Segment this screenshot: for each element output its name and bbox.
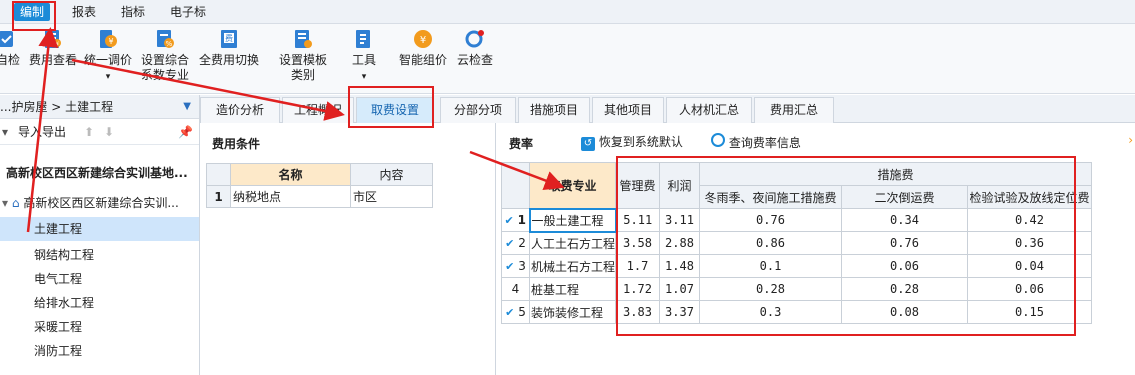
search-icon bbox=[711, 133, 725, 147]
table-row[interactable]: 4 桩基工程 1.72 1.07 0.28 0.28 0.06 bbox=[501, 277, 1092, 301]
template-category-button[interactable]: 设置模板 类别 bbox=[277, 28, 329, 83]
tools-icon bbox=[353, 28, 375, 50]
condition-name: 纳税地点 bbox=[230, 185, 351, 208]
table-row[interactable]: ✔ 3 机械土石方工程 1.7 1.48 0.1 0.06 0.04 bbox=[501, 254, 1092, 278]
table-row[interactable]: ✔ 1 一般土建工程 5.11 3.11 0.76 0.34 0.42 bbox=[501, 207, 1092, 233]
tab-subitems[interactable]: 分部分项 bbox=[440, 97, 516, 123]
tab-bar: 造价分析 工程概况 取费设置 分部分项 措施项目 其他项目 人材机汇总 费用汇总 bbox=[200, 95, 1135, 123]
col-profit-header: 利润 bbox=[659, 162, 700, 209]
home-icon: ⌂ bbox=[11, 196, 20, 210]
tree-item-unit[interactable]: ▾ ⌂ 高新校区西区新建综合实训... bbox=[0, 191, 199, 215]
fee-rate-table: 取费专业 管理费 利润 措施费 冬雨季、夜间施工措施费 二次倒运费 检验试验及放… bbox=[501, 162, 1092, 324]
collapse-icon[interactable]: ▾ bbox=[2, 119, 8, 145]
col-secondary-header: 二次倒运费 bbox=[841, 185, 968, 209]
svg-text:%: % bbox=[166, 40, 173, 48]
template-category-icon bbox=[292, 28, 314, 50]
table-row[interactable]: ✔ 5 装饰装修工程 3.83 3.37 0.3 0.08 0.15 bbox=[501, 300, 1092, 324]
tab-fee-settings[interactable]: 取费设置 bbox=[356, 97, 434, 123]
svg-text:¥: ¥ bbox=[420, 35, 426, 46]
menu-bianzhi[interactable]: 编制 bbox=[14, 3, 51, 21]
import-export-menu[interactable]: 导入导出 bbox=[18, 119, 66, 145]
col-content-header: 内容 bbox=[350, 163, 433, 186]
toolbar: 自检 ¥ 费用查看 ¥ 统一调价 ▾ % 设置综合 系数专业 费 全费用切换 设… bbox=[0, 24, 1135, 94]
check-icon: ✔ bbox=[505, 306, 515, 319]
table-row[interactable]: ✔ 2 人工土石方工程 3.58 2.88 0.86 0.76 0.36 bbox=[501, 231, 1092, 255]
tab-other[interactable]: 其他项目 bbox=[592, 97, 664, 123]
smart-pricing-icon: ¥ bbox=[412, 28, 434, 50]
specialty-cell[interactable]: 机械土石方工程 bbox=[529, 254, 616, 278]
restore-icon: ↺ bbox=[581, 137, 595, 151]
check-icon: ✔ bbox=[505, 260, 515, 273]
project-tree-panel: ...护房屋 > 土建工程 ▼ ▾ 导入导出 ⬆ ⬇ 📌 高新校区西区新建综合实… bbox=[0, 95, 200, 375]
col-inspection-header: 检验试验及放线定位费 bbox=[967, 185, 1092, 209]
svg-text:¥: ¥ bbox=[108, 37, 113, 46]
condition-value[interactable]: 市区 bbox=[350, 185, 433, 208]
cost-view-button[interactable]: ¥ 费用查看 bbox=[28, 28, 78, 68]
fee-rate-panel: 费率 ↺ 恢复到系统默认 查询费率信息 › 取费专业 管理费 利润 措施费 冬雨… bbox=[497, 123, 1135, 375]
breadcrumb[interactable]: ...护房屋 > 土建工程 ▼ bbox=[0, 95, 199, 119]
menu-dianzibiao[interactable]: 电子标 bbox=[170, 3, 206, 21]
move-up-icon[interactable]: ⬆ bbox=[84, 119, 94, 145]
tree-item-steel[interactable]: 钢结构工程 bbox=[0, 243, 199, 267]
specialty-cell[interactable]: 装饰装修工程 bbox=[529, 300, 616, 324]
price-adjust-icon: ¥ bbox=[97, 28, 119, 50]
chevron-down-icon: ▾ bbox=[361, 72, 367, 82]
query-rate-button[interactable]: 查询费率信息 bbox=[711, 133, 801, 151]
tools-button[interactable]: 工具 ▾ bbox=[348, 28, 380, 85]
collapse-icon[interactable]: ▾ bbox=[2, 196, 8, 210]
tree-item-project[interactable]: 高新校区西区新建综合实训基地... bbox=[0, 161, 199, 185]
tab-cost-analysis[interactable]: 造价分析 bbox=[200, 97, 280, 123]
smart-pricing-button[interactable]: ¥ 智能组价 bbox=[398, 28, 448, 68]
fee-conditions-title: 费用条件 bbox=[212, 137, 261, 151]
self-check-icon bbox=[0, 28, 19, 50]
specialty-cell[interactable]: 桩基工程 bbox=[529, 277, 616, 301]
svg-text:费: 费 bbox=[225, 33, 233, 43]
table-row[interactable]: 1 纳税地点 市区 bbox=[206, 185, 433, 208]
svg-text:¥: ¥ bbox=[55, 41, 59, 48]
full-cost-switch-button[interactable]: 费 全费用切换 bbox=[197, 28, 261, 68]
menu-zhibiao[interactable]: 指标 bbox=[121, 3, 145, 21]
tree-item-plumbing[interactable]: 给排水工程 bbox=[0, 291, 199, 315]
tab-overview[interactable]: 工程概况 bbox=[282, 97, 354, 123]
tab-measures[interactable]: 措施项目 bbox=[518, 97, 590, 123]
coefficient-button[interactable]: % 设置综合 系数专业 bbox=[136, 28, 194, 83]
menu-bar: 编制 报表 指标 电子标 bbox=[0, 0, 1135, 24]
tree-item-fire[interactable]: 消防工程 bbox=[0, 339, 199, 363]
tree-item-electrical[interactable]: 电气工程 bbox=[0, 267, 199, 291]
tab-cost-summary[interactable]: 费用汇总 bbox=[754, 97, 834, 123]
fee-conditions-panel: 费用条件 名称 内容 1 纳税地点 市区 bbox=[200, 123, 496, 375]
chevron-down-icon[interactable]: ▼ bbox=[183, 95, 191, 119]
price-adjust-button[interactable]: ¥ 统一调价 ▾ bbox=[82, 28, 134, 85]
col-name-header: 名称 bbox=[230, 163, 351, 186]
cost-view-icon: ¥ bbox=[42, 28, 64, 50]
pin-icon[interactable]: 📌 bbox=[178, 119, 193, 145]
check-icon: ✔ bbox=[504, 214, 514, 227]
move-down-icon[interactable]: ⬇ bbox=[104, 119, 114, 145]
specialty-cell[interactable]: 一般土建工程 bbox=[528, 207, 617, 233]
col-specialty-header: 取费专业 bbox=[529, 162, 616, 209]
restore-default-button[interactable]: ↺ 恢复到系统默认 bbox=[581, 133, 683, 151]
coefficient-icon: % bbox=[154, 28, 176, 50]
col-management-header: 管理费 bbox=[615, 162, 660, 209]
tree-item-heating[interactable]: 采暖工程 bbox=[0, 315, 199, 339]
chevron-down-icon: ▾ bbox=[105, 72, 111, 82]
fee-conditions-table: 名称 内容 1 纳税地点 市区 bbox=[206, 163, 433, 208]
menu-baobiao[interactable]: 报表 bbox=[72, 3, 96, 21]
specialty-cell[interactable]: 人工土石方工程 bbox=[529, 231, 616, 255]
fee-rate-title: 费率 bbox=[509, 137, 534, 151]
chevron-right-icon[interactable]: › bbox=[1128, 133, 1133, 147]
check-icon: ✔ bbox=[505, 237, 515, 250]
full-cost-switch-icon: 费 bbox=[218, 28, 240, 50]
cloud-check-button[interactable]: 云检查 bbox=[455, 28, 495, 68]
import-export-bar: ▾ 导入导出 ⬆ ⬇ 📌 bbox=[0, 119, 199, 145]
self-check-button[interactable]: 自检 bbox=[0, 28, 22, 68]
col-winter-header: 冬雨季、夜间施工措施费 bbox=[699, 185, 842, 209]
tree-item-civil[interactable]: 土建工程 bbox=[0, 217, 199, 241]
cloud-check-icon bbox=[464, 28, 486, 50]
col-measures-header: 措施费 bbox=[699, 162, 1092, 186]
tab-resource-summary[interactable]: 人材机汇总 bbox=[666, 97, 752, 123]
